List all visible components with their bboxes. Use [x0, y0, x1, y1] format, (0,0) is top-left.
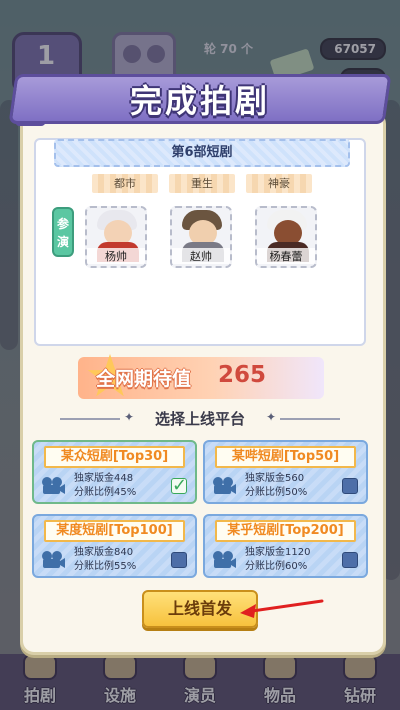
genre-tag: 重生	[169, 174, 235, 193]
camera-icon	[213, 551, 236, 568]
dialog-title: 完成拍剧	[129, 82, 270, 120]
actor-name: 赵帅	[172, 248, 230, 264]
revenue-share: 分账比例60%	[245, 561, 308, 572]
actor-name: 杨帅	[87, 248, 145, 264]
red-arrow-icon	[240, 599, 324, 618]
genre-tag: 都市	[92, 174, 158, 193]
platform-name: 某哔短剧[Top50]	[215, 446, 356, 468]
exclusive-fee: 独家版金1120	[245, 547, 311, 558]
checkbox[interactable]	[171, 552, 187, 568]
actor-card[interactable]: 杨春蕾	[255, 206, 317, 268]
hype-label: 全网期待值	[96, 368, 192, 390]
platform-option[interactable]: 某哔短剧[Top50] 独家版金560 分账比例50%	[203, 440, 368, 504]
camera-icon	[42, 551, 65, 568]
actor-name: 杨春蕾	[257, 248, 315, 264]
camera-icon	[42, 477, 65, 494]
actor-card[interactable]: 杨帅	[85, 206, 147, 268]
revenue-share: 分账比例45%	[74, 487, 137, 498]
cast-list: 杨帅 赵帅 杨春蕾	[85, 206, 317, 268]
cast-role-badge: 参演	[52, 207, 74, 257]
genre-tags: 都市 重生 神豪	[92, 174, 312, 193]
section-title: 选择上线平台	[154, 410, 245, 428]
platform-name: 某乎短剧[Top200]	[215, 520, 356, 542]
revenue-share: 分账比例50%	[245, 487, 308, 498]
genre-tag: 神豪	[246, 174, 312, 193]
actor-card[interactable]: 赵帅	[170, 206, 232, 268]
platform-option[interactable]: 某众短剧[Top30] 独家版金448 分账比例45% ✓	[32, 440, 197, 504]
checkbox[interactable]	[342, 552, 358, 568]
check-icon[interactable]: ✓	[171, 477, 187, 495]
platform-option[interactable]: 某度短剧[Top100] 独家版金840 分账比例55%	[32, 514, 197, 578]
exclusive-fee: 独家版金560	[245, 473, 305, 484]
platform-grid: 某众短剧[Top30] 独家版金448 分账比例45% ✓ 某哔短剧[Top50…	[32, 440, 368, 578]
hype-value: 265	[218, 362, 267, 388]
divider	[280, 418, 340, 420]
drama-title: 第6部短剧	[54, 139, 350, 167]
sparkle-icon: ✦	[266, 410, 277, 424]
camera-icon	[213, 477, 236, 494]
platform-option[interactable]: 某乎短剧[Top200] 独家版金1120 分账比例60%	[203, 514, 368, 578]
platform-name: 某度短剧[Top100]	[44, 520, 185, 542]
revenue-share: 分账比例55%	[74, 561, 137, 572]
platform-name: 某众短剧[Top30]	[44, 446, 185, 468]
exclusive-fee: 独家版金840	[74, 547, 134, 558]
exclusive-fee: 独家版金448	[74, 473, 134, 484]
checkbox[interactable]	[342, 478, 358, 494]
